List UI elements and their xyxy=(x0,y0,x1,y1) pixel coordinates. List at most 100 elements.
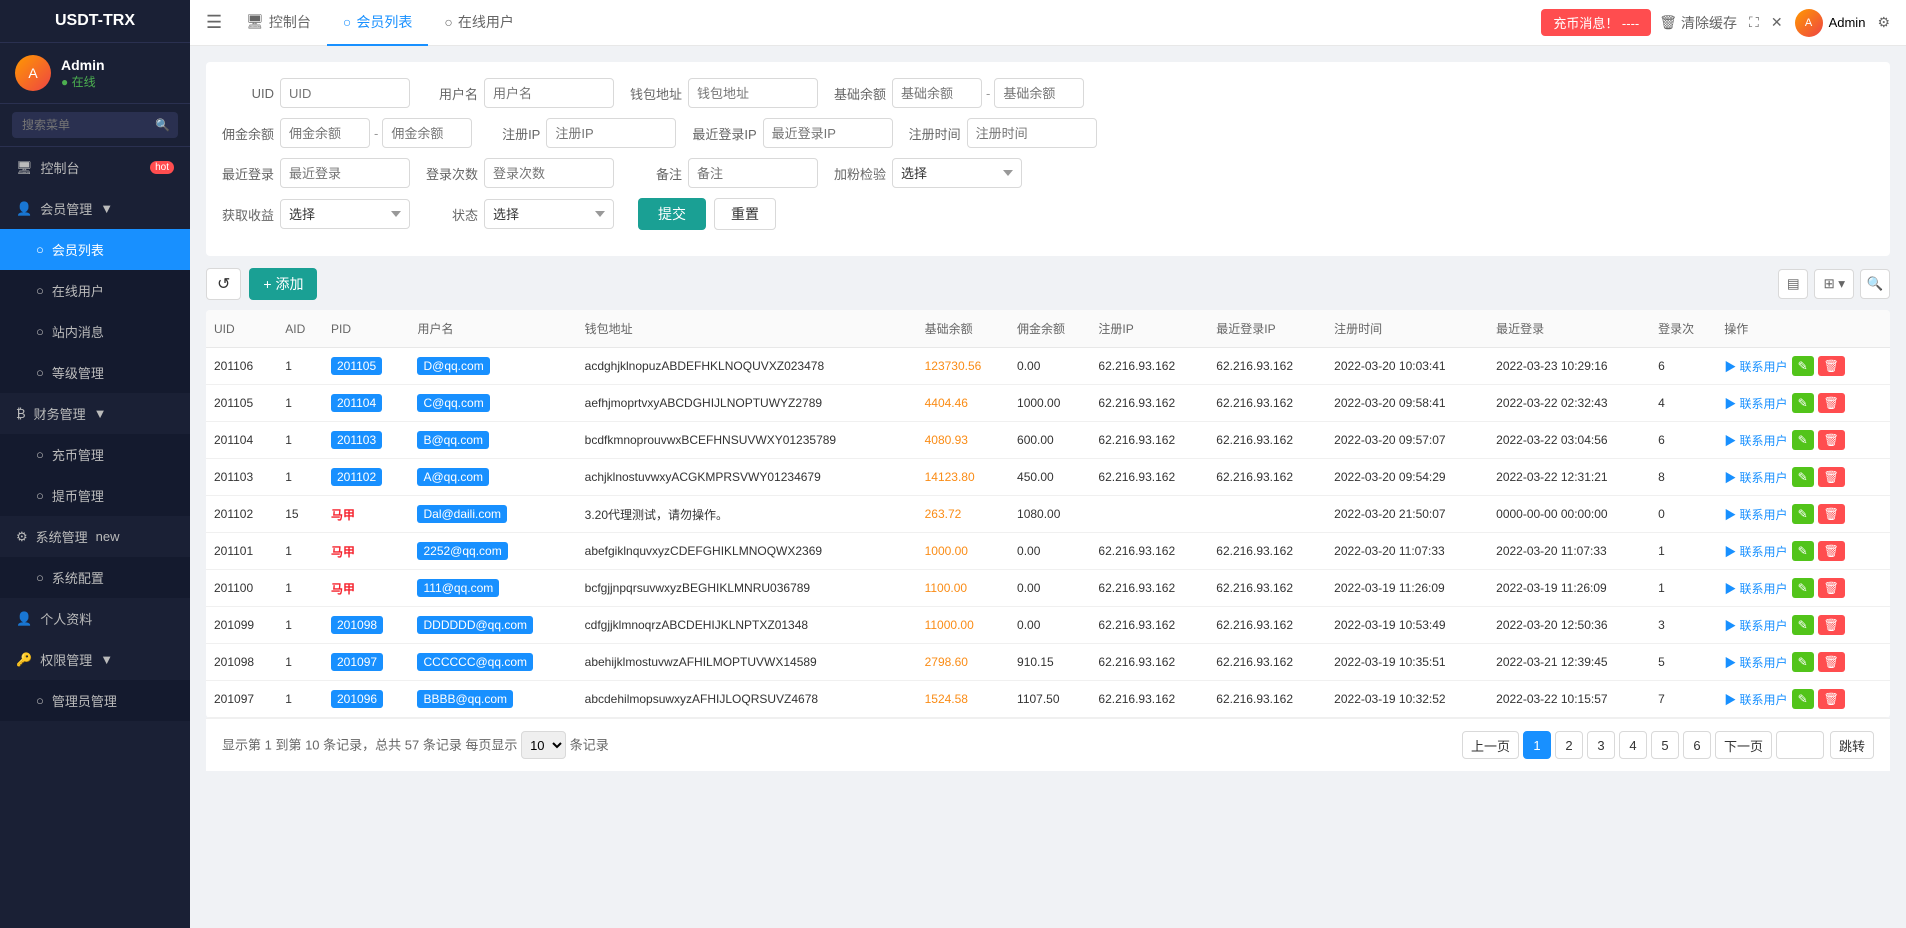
next-page-button[interactable]: 下一页 xyxy=(1715,731,1772,759)
pid-badge[interactable]: 201096 xyxy=(331,690,383,708)
sidebar-item-member-list[interactable]: ○ 会员列表 xyxy=(0,229,190,270)
contact-user-button[interactable]: ▶ 联系用户 xyxy=(1724,654,1787,671)
username-badge[interactable]: A@qq.com xyxy=(417,468,489,486)
topbar-nav-dashboard[interactable]: 🖥 控制台 xyxy=(230,0,327,46)
contact-user-button[interactable]: ▶ 联系用户 xyxy=(1724,358,1787,375)
username-badge[interactable]: C@qq.com xyxy=(417,394,489,412)
sidebar-item-finance[interactable]: ₿ 财务管理 ▼ xyxy=(0,393,190,434)
goto-button[interactable]: 跳转 xyxy=(1830,731,1874,759)
refresh-button[interactable]: ↺ xyxy=(206,268,241,300)
base-balance-min-input[interactable] xyxy=(892,78,982,108)
submit-button[interactable]: 提交 xyxy=(638,198,706,230)
page-2-button[interactable]: 2 xyxy=(1555,731,1583,759)
fullscreen-button[interactable]: ⛶ xyxy=(1749,14,1759,31)
pid-badge[interactable]: 201104 xyxy=(331,394,382,412)
admin-menu[interactable]: A Admin xyxy=(1795,9,1866,37)
topbar-nav-online-users[interactable]: ○ 在线用户 xyxy=(428,0,529,46)
contact-user-button[interactable]: ▶ 联系用户 xyxy=(1724,617,1787,634)
edit-button[interactable]: ✎ xyxy=(1792,541,1814,561)
sidebar-item-system[interactable]: ⚙ 系统管理 new xyxy=(0,516,190,557)
sidebar-item-permission[interactable]: 🔑 权限管理 ▼ xyxy=(0,639,190,680)
edit-button[interactable]: ✎ xyxy=(1792,467,1814,487)
sidebar-item-site-notice[interactable]: ○ 站内消息 xyxy=(0,311,190,352)
username-badge[interactable]: CCCCCC@qq.com xyxy=(417,653,533,671)
edit-button[interactable]: ✎ xyxy=(1792,430,1814,450)
sidebar-item-online-users[interactable]: ○ 在线用户 xyxy=(0,270,190,311)
contact-user-button[interactable]: ▶ 联系用户 xyxy=(1724,469,1787,486)
contact-user-button[interactable]: ▶ 联系用户 xyxy=(1724,580,1787,597)
edit-button[interactable]: ✎ xyxy=(1792,356,1814,376)
edit-button[interactable]: ✎ xyxy=(1792,393,1814,413)
clear-cache-button[interactable]: 🗑 清除缓存 xyxy=(1659,13,1737,33)
remark-input[interactable] xyxy=(688,158,818,188)
contact-user-button[interactable]: ▶ 联系用户 xyxy=(1724,432,1787,449)
page-5-button[interactable]: 5 xyxy=(1651,731,1679,759)
sidebar-item-admin-mgmt[interactable]: ○ 管理员管理 xyxy=(0,680,190,721)
contact-user-button[interactable]: ▶ 联系用户 xyxy=(1724,543,1787,560)
page-size-select[interactable]: 10 20 50 xyxy=(521,731,566,759)
delete-button[interactable]: 🗑 xyxy=(1818,541,1845,561)
earnings-select[interactable]: 选择 xyxy=(280,199,410,229)
page-4-button[interactable]: 4 xyxy=(1619,731,1647,759)
username-badge[interactable]: 2252@qq.com xyxy=(417,542,507,560)
edit-button[interactable]: ✎ xyxy=(1792,504,1814,524)
delete-button[interactable]: 🗑 xyxy=(1818,615,1845,635)
username-badge[interactable]: Dal@daili.com xyxy=(417,505,507,523)
edit-button[interactable]: ✎ xyxy=(1792,615,1814,635)
add-member-button[interactable]: + 添加 xyxy=(249,268,317,300)
delete-button[interactable]: 🗑 xyxy=(1818,504,1845,524)
username-badge[interactable]: DDDDDD@qq.com xyxy=(417,616,533,634)
pid-badge[interactable]: 201097 xyxy=(331,653,383,671)
menu-toggle-button[interactable]: ☰ xyxy=(206,12,222,33)
sidebar-item-dashboard[interactable]: 🖥 控制台 hot xyxy=(0,147,190,188)
delete-button[interactable]: 🗑 xyxy=(1818,430,1845,450)
username-badge[interactable]: D@qq.com xyxy=(417,357,489,375)
topbar-nav-member-list[interactable]: ○ 会员列表 xyxy=(327,0,428,46)
sidebar-item-sys-config[interactable]: ○ 系统配置 xyxy=(0,557,190,598)
sidebar-item-recharge[interactable]: ○ 充币管理 xyxy=(0,434,190,475)
status-select[interactable]: 选择 xyxy=(484,199,614,229)
page-1-button[interactable]: 1 xyxy=(1523,731,1551,759)
contact-user-button[interactable]: ▶ 联系用户 xyxy=(1724,506,1787,523)
last-login-ip-input[interactable] xyxy=(763,118,893,148)
uid-input[interactable] xyxy=(280,78,410,108)
list-view-button[interactable]: ▤ xyxy=(1778,269,1809,299)
pid-badge[interactable]: 201103 xyxy=(331,431,382,449)
username-badge[interactable]: BBBB@qq.com xyxy=(417,690,513,708)
login-count-input[interactable] xyxy=(484,158,614,188)
reg-time-input[interactable] xyxy=(967,118,1097,148)
commission-max-input[interactable] xyxy=(382,118,472,148)
delete-button[interactable]: 🗑 xyxy=(1818,652,1845,672)
fan-check-select[interactable]: 选择 xyxy=(892,158,1022,188)
sidebar-item-level-mgmt[interactable]: ○ 等级管理 xyxy=(0,352,190,393)
contact-user-button[interactable]: ▶ 联系用户 xyxy=(1724,691,1787,708)
pid-badge[interactable]: 201102 xyxy=(331,468,382,486)
table-search-button[interactable]: 🔍 xyxy=(1860,269,1890,299)
commission-min-input[interactable] xyxy=(280,118,370,148)
delete-button[interactable]: 🗑 xyxy=(1818,393,1845,413)
reg-ip-input[interactable] xyxy=(546,118,676,148)
reset-button[interactable]: 重置 xyxy=(714,198,776,230)
wallet-input[interactable] xyxy=(688,78,818,108)
pid-badge[interactable]: 201098 xyxy=(331,616,383,634)
sidebar-item-withdraw[interactable]: ○ 提币管理 xyxy=(0,475,190,516)
contact-user-button[interactable]: ▶ 联系用户 xyxy=(1724,395,1787,412)
base-balance-max-input[interactable] xyxy=(994,78,1084,108)
edit-button[interactable]: ✎ xyxy=(1792,689,1814,709)
delete-button[interactable]: 🗑 xyxy=(1818,356,1845,376)
last-login-input[interactable] xyxy=(280,158,410,188)
grid-view-button[interactable]: ⊞ ▾ xyxy=(1814,269,1854,299)
close-tab-button[interactable]: ✕ xyxy=(1771,14,1783,31)
edit-button[interactable]: ✎ xyxy=(1792,578,1814,598)
delete-button[interactable]: 🗑 xyxy=(1818,467,1845,487)
search-input[interactable] xyxy=(12,112,178,138)
prev-page-button[interactable]: 上一页 xyxy=(1462,731,1519,759)
username-badge[interactable]: 111@qq.com xyxy=(417,579,499,597)
sidebar-item-member-mgmt[interactable]: 👤 会员管理 ▼ xyxy=(0,188,190,229)
page-6-button[interactable]: 6 xyxy=(1683,731,1711,759)
sidebar-item-profile[interactable]: 👤 个人资料 xyxy=(0,598,190,639)
pid-badge[interactable]: 201105 xyxy=(331,357,382,375)
edit-button[interactable]: ✎ xyxy=(1792,652,1814,672)
delete-button[interactable]: 🗑 xyxy=(1818,578,1845,598)
settings-button[interactable]: ⚙ xyxy=(1877,14,1890,31)
